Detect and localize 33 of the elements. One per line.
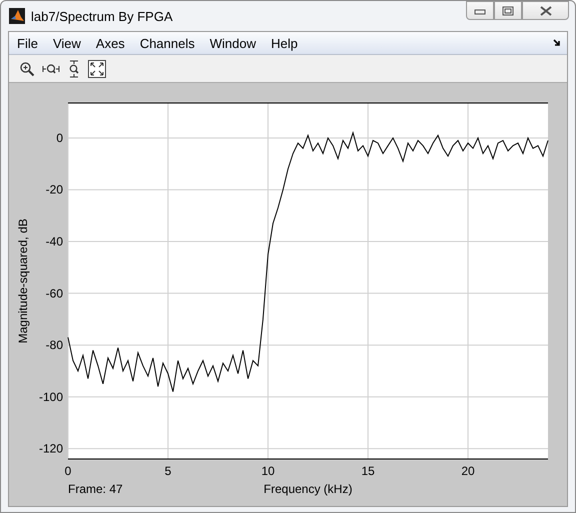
menu-item[interactable]: Axes xyxy=(96,36,132,50)
frame-counter: Frame: 47 xyxy=(68,482,123,496)
maximize-button[interactable] xyxy=(494,1,522,20)
menu-item[interactable]: View xyxy=(52,36,88,50)
y-tick-label: -40 xyxy=(46,234,63,249)
zoom-in-icon[interactable] xyxy=(19,60,35,76)
y-tick-label: -120 xyxy=(38,442,63,456)
close-icon xyxy=(540,6,552,16)
y-tick-label: -80 xyxy=(46,338,63,352)
x-tick-label: 20 xyxy=(461,464,475,478)
close-button[interactable] xyxy=(522,1,569,20)
minimize-icon xyxy=(474,6,486,14)
menu-item[interactable]: Help xyxy=(271,36,305,50)
arrow-icon[interactable] xyxy=(553,39,561,47)
menu-item[interactable]: File xyxy=(17,36,45,50)
x-tick-label: 15 xyxy=(361,464,375,478)
y-tick-label: -60 xyxy=(46,286,63,300)
menu-item[interactable]: Channels xyxy=(140,36,202,50)
y-tick-label: -100 xyxy=(38,390,63,404)
x-tick-label: 10 xyxy=(261,464,275,478)
minimize-button[interactable] xyxy=(466,1,494,20)
y-axis-label: Magnitude-squared, dB xyxy=(16,218,30,344)
maximize-icon xyxy=(502,6,514,16)
x-tick-label: 0 xyxy=(64,464,72,478)
window-title: lab7/Spectrum By FPGA xyxy=(31,8,174,24)
x-axis-label: Frequency (kHz) xyxy=(264,482,352,496)
autoscale-icon[interactable] xyxy=(88,60,106,78)
y-tick-label: 0 xyxy=(56,130,63,145)
menu-item[interactable]: Window xyxy=(210,36,263,50)
zoom-y-icon[interactable] xyxy=(67,60,81,78)
app-logo-icon xyxy=(9,8,25,24)
x-tick-label: 5 xyxy=(164,464,172,478)
y-tick-label: -20 xyxy=(46,182,63,197)
